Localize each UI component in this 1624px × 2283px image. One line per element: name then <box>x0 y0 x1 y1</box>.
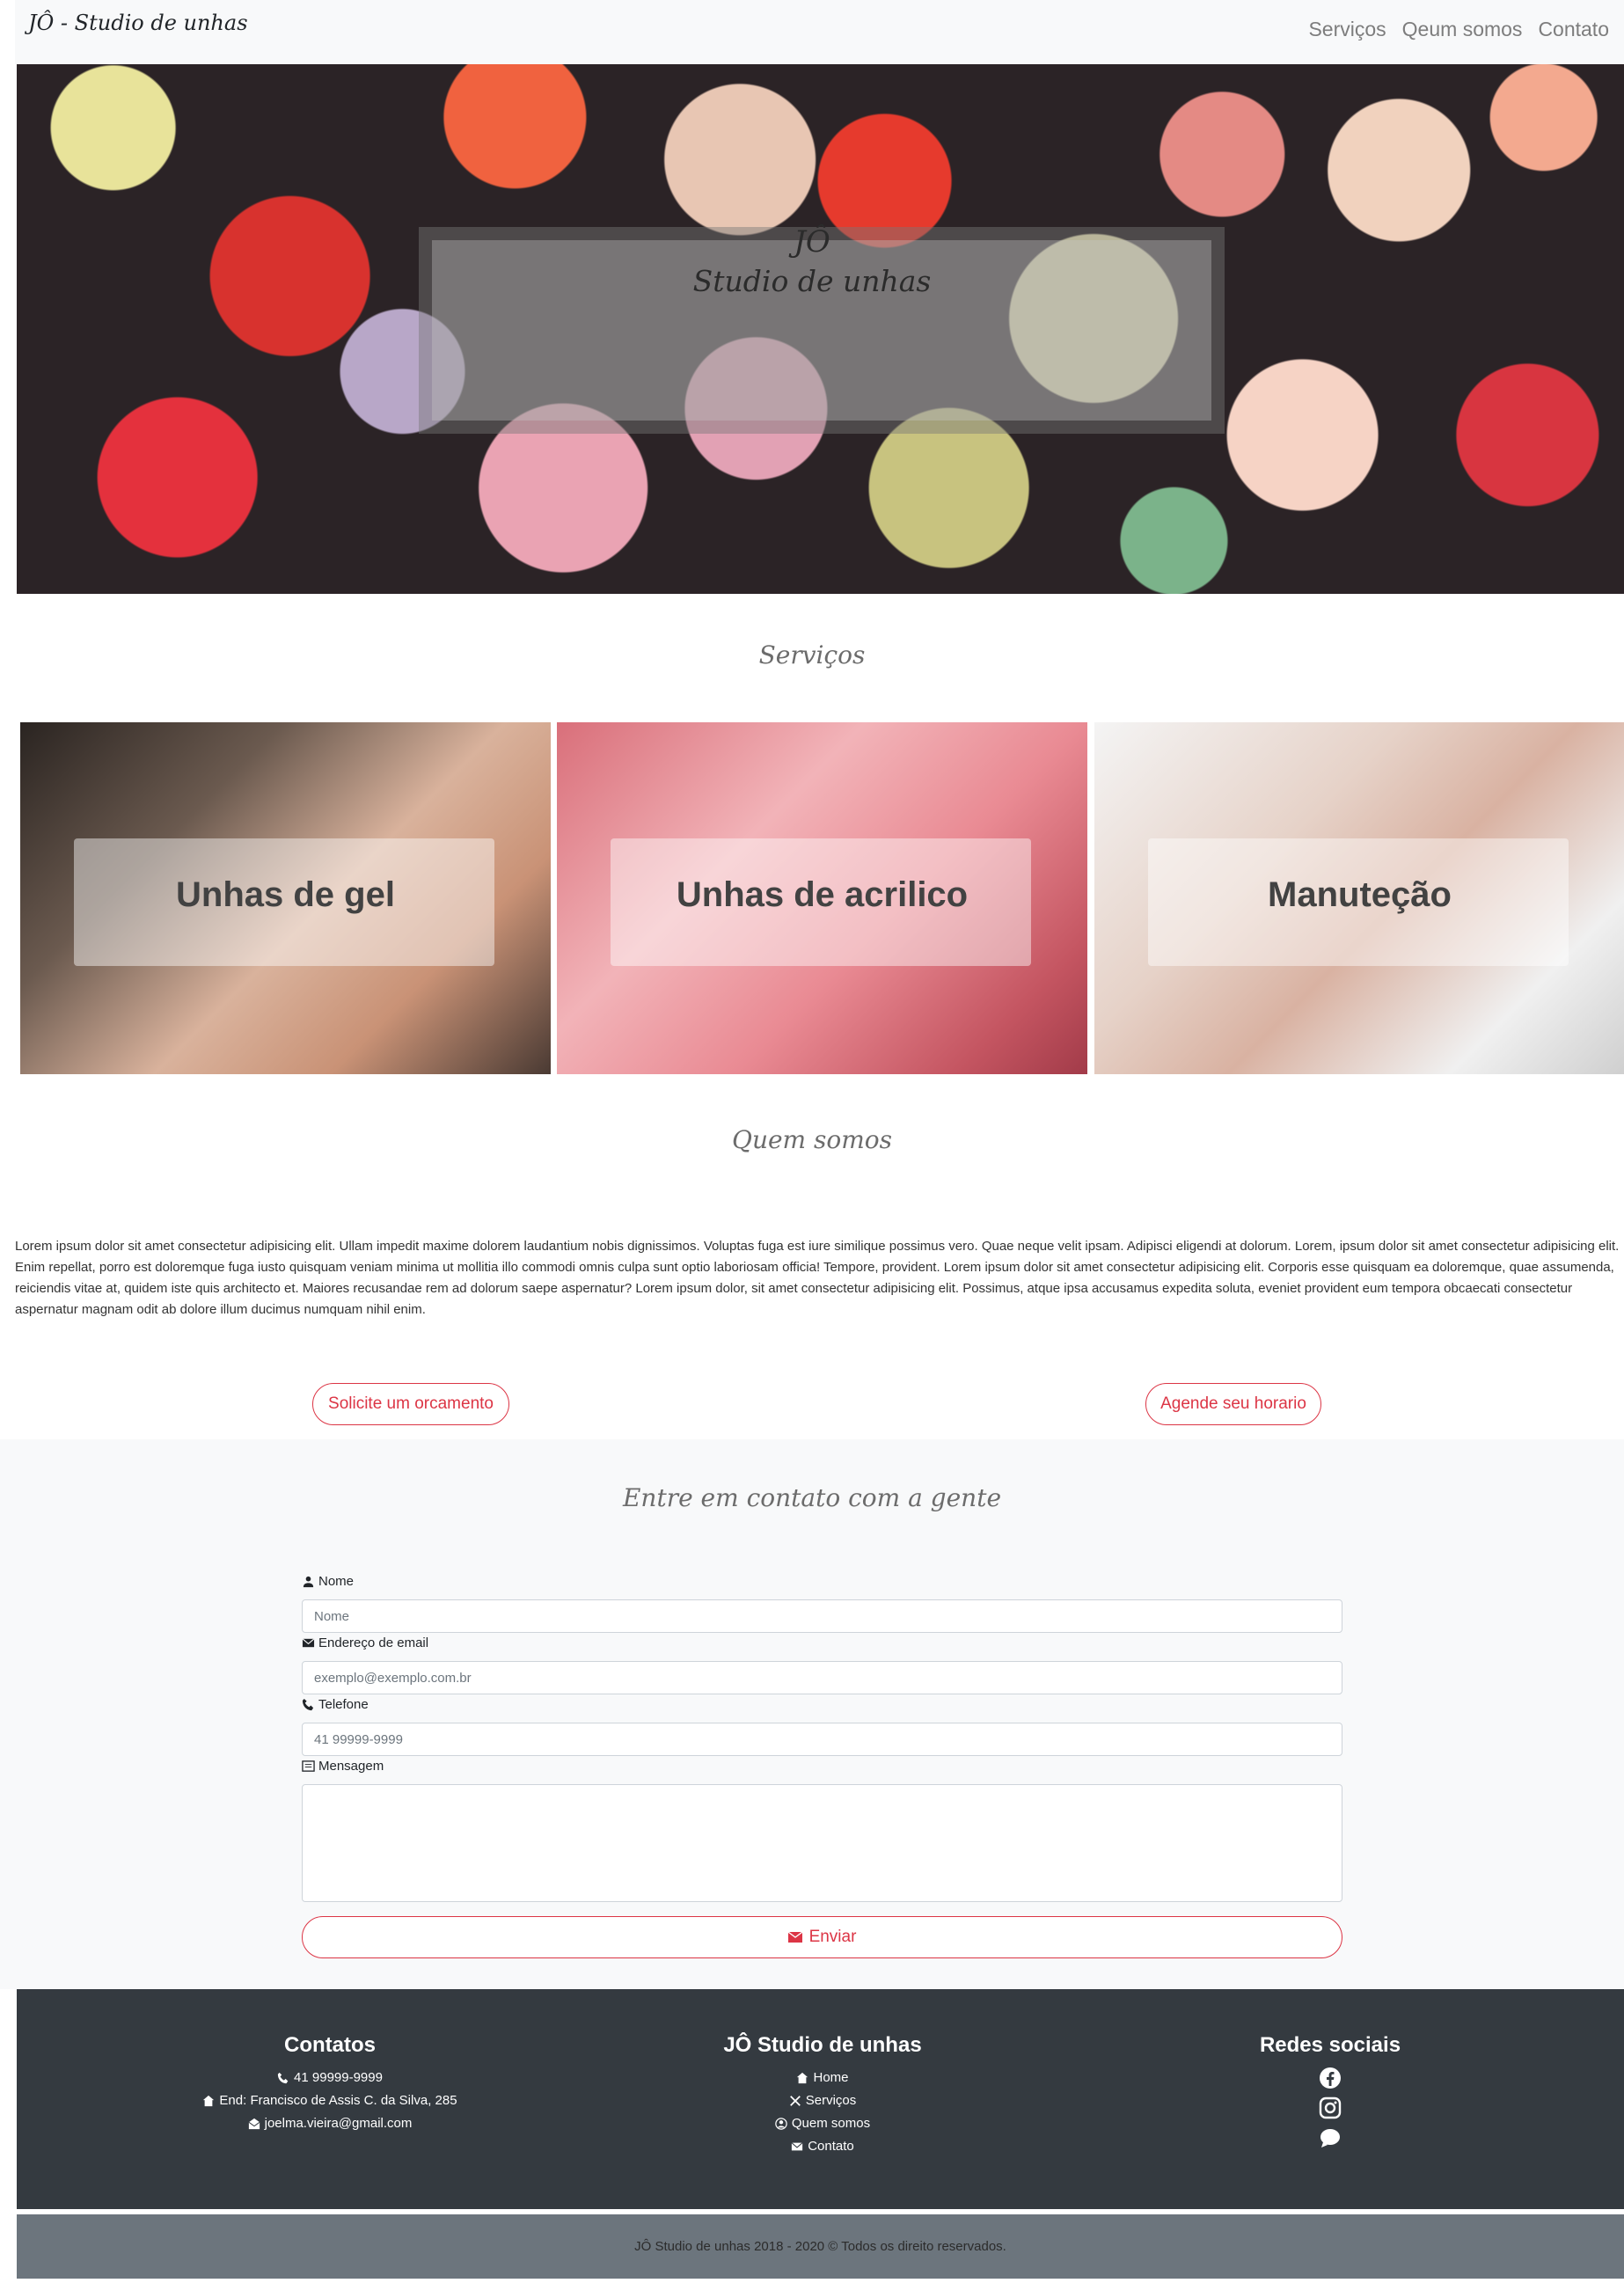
service-card-acrilico[interactable]: Unhas de acrilico <box>557 722 1087 1074</box>
footer-contacts-title: Contatos <box>284 2033 376 2057</box>
schedule-button[interactable]: Agende seu horario <box>1145 1383 1321 1425</box>
message-icon <box>302 1760 315 1772</box>
contact-section <box>0 1439 1624 1989</box>
chat-icon[interactable] <box>1319 2126 1342 2149</box>
contact-title: Entre em contato com a gente <box>622 1483 1002 1512</box>
footer-link-home[interactable]: Home <box>576 2067 1069 2089</box>
service-card-label: Manuteção <box>1268 875 1452 914</box>
service-card-label: Unhas de gel <box>176 875 395 914</box>
hero-banner <box>17 64 1624 594</box>
copyright-text: JÔ Studio de unhas 2018 - 2020 © Todos o… <box>634 2239 1006 2254</box>
about-title: Quem somos <box>731 1125 892 1154</box>
tools-icon <box>789 2096 801 2106</box>
hero-title-line2: Studio de unhas <box>692 264 932 298</box>
facebook-icon[interactable] <box>1319 2067 1342 2089</box>
envelope-icon <box>302 1638 315 1648</box>
message-label: Mensagem <box>302 1759 384 1774</box>
nav-link-contato[interactable]: Contato <box>1538 18 1609 41</box>
envelope-open-icon <box>248 2118 260 2130</box>
service-card-label: Unhas de acrilico <box>676 875 969 914</box>
navbar: JÔ - Studio de unhas Serviços Qeum somos… <box>15 0 1624 64</box>
hero-title-line1: JÔ <box>794 224 830 260</box>
name-input[interactable]: Nome <box>302 1599 1342 1633</box>
footer-contacts: Contatos 41 99999-9999 End: Francisco de… <box>84 2033 576 2135</box>
copyright-bar: JÔ Studio de unhas 2018 - 2020 © Todos o… <box>17 2214 1624 2279</box>
footer-email: joelma.vieira@gmail.com <box>84 2112 576 2135</box>
footer-social-title: Redes sociais <box>1259 2033 1401 2057</box>
footer-address: End: Francisco de Assis C. da Silva, 285 <box>84 2089 576 2112</box>
footer-link-servicos[interactable]: Serviços <box>576 2089 1069 2112</box>
message-textarea[interactable] <box>302 1784 1342 1902</box>
service-card-gel[interactable]: Unhas de gel <box>20 722 551 1074</box>
send-button[interactable]: Enviar <box>302 1916 1342 1958</box>
services-title: Serviços <box>758 640 866 670</box>
footer-link-quem-somos[interactable]: Quem somos <box>576 2112 1069 2135</box>
footer: Contatos 41 99999-9999 End: Francisco de… <box>17 1989 1624 2209</box>
user-circle-icon <box>775 2118 787 2130</box>
home-icon <box>203 2095 215 2107</box>
request-quote-button[interactable]: Solicite um orcamento <box>312 1383 509 1425</box>
about-text: Lorem ipsum dolor sit amet consectetur a… <box>15 1239 1620 1317</box>
envelope-icon <box>787 1931 802 1943</box>
person-icon <box>303 1576 314 1588</box>
service-card-manutencao[interactable]: Manuteção <box>1094 722 1624 1074</box>
phone-icon <box>277 2072 289 2084</box>
email-label: Endereço de email <box>302 1635 428 1650</box>
footer-studio-title: JÔ Studio de unhas <box>723 2033 922 2057</box>
brand-logo[interactable]: JÔ - Studio de unhas <box>28 11 248 35</box>
footer-phone: 41 99999-9999 <box>84 2067 576 2089</box>
envelope-icon <box>791 2142 803 2151</box>
phone-label: Telefone <box>302 1697 369 1712</box>
nav-links: Serviços Qeum somos Contato <box>1308 18 1609 41</box>
phone-icon <box>302 1698 314 1711</box>
footer-social: Redes sociais <box>1084 2033 1576 2149</box>
home-icon <box>797 2072 808 2084</box>
phone-input[interactable]: 41 99999-9999 <box>302 1723 1342 1756</box>
footer-studio: JÔ Studio de unhas Home Serviços Quem so… <box>576 2033 1069 2158</box>
nav-link-servicos[interactable]: Serviços <box>1308 18 1386 41</box>
email-input[interactable]: exemplo@exemplo.com.br <box>302 1661 1342 1694</box>
name-label: Nome <box>302 1574 354 1589</box>
instagram-icon[interactable] <box>1319 2096 1342 2119</box>
footer-link-contato[interactable]: Contato <box>576 2135 1069 2158</box>
nav-link-quem-somos[interactable]: Qeum somos <box>1402 18 1523 41</box>
